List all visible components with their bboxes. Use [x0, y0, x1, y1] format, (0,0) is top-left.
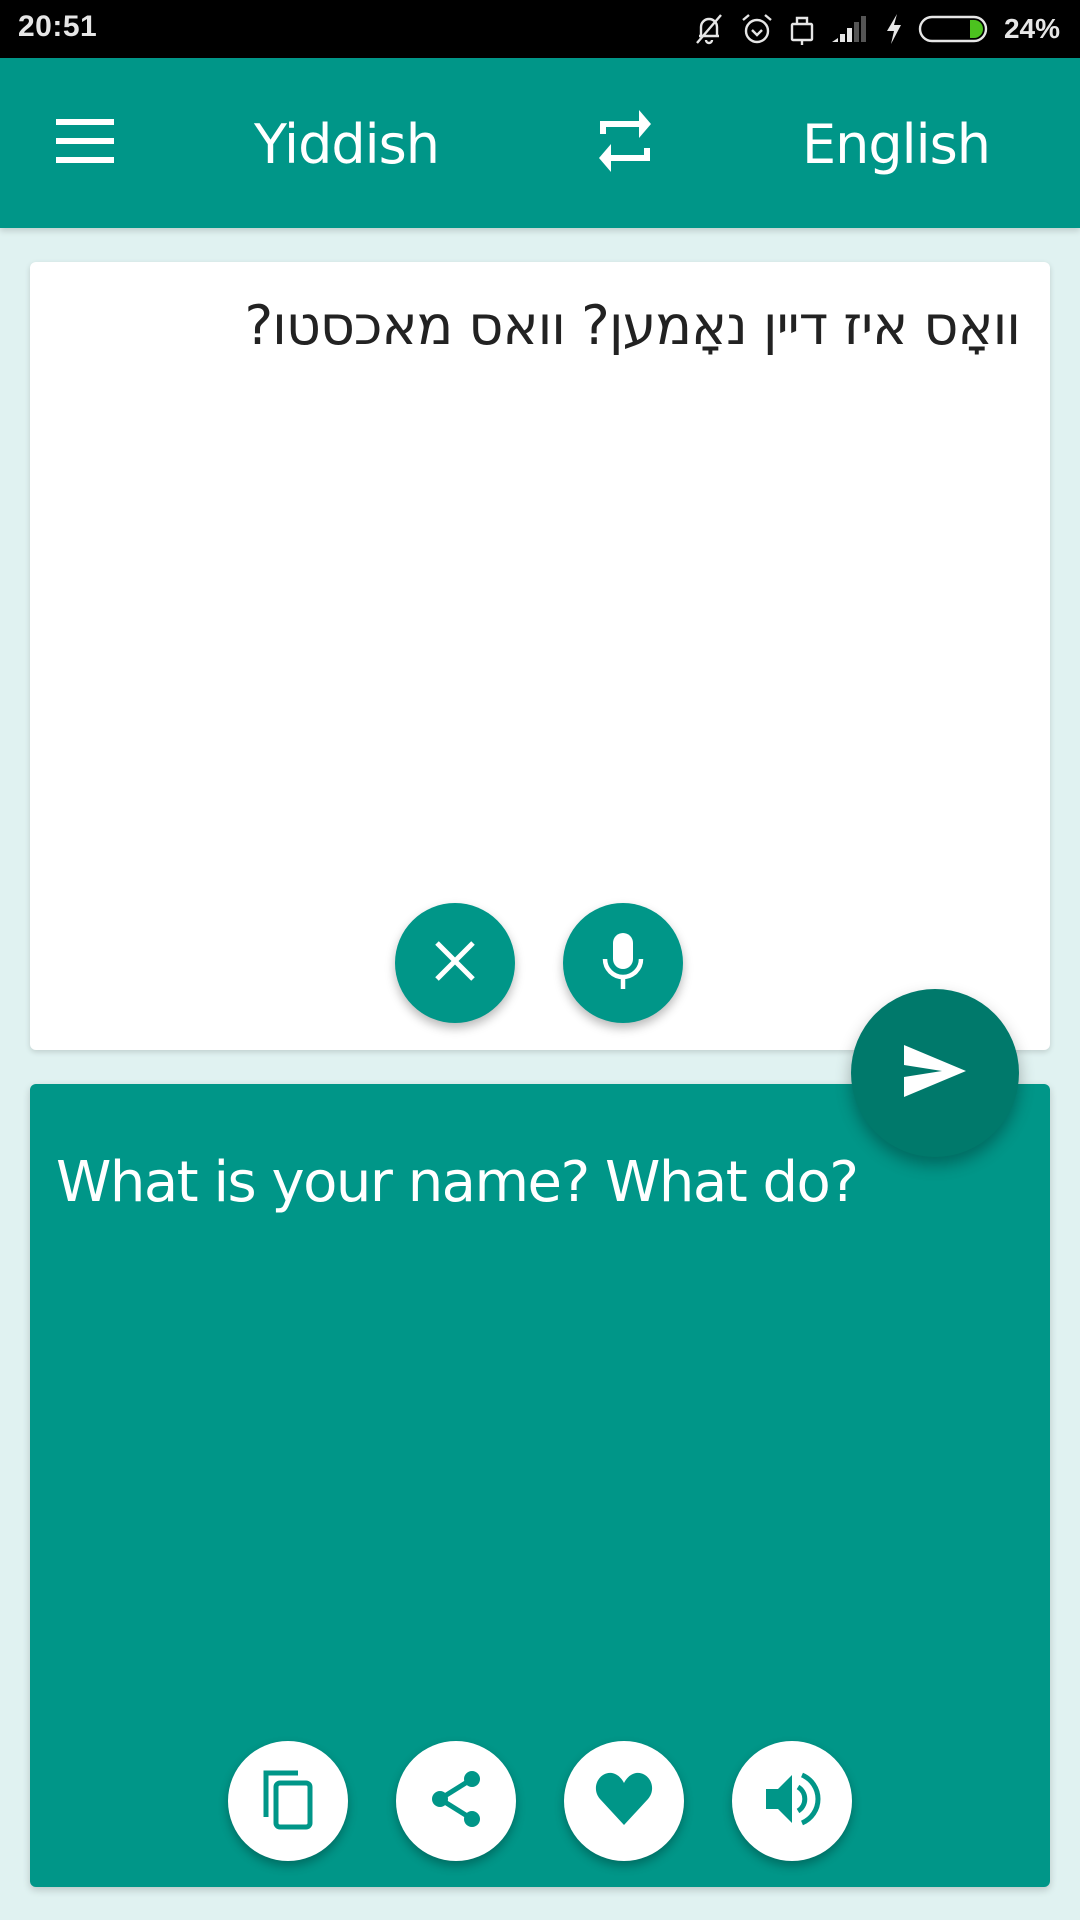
translation-card: What is your name? What do? — [30, 1084, 1050, 1887]
source-text-card: וואָס איז דיין נאָמען? וואס מאכסטו? — [30, 262, 1050, 1050]
speak-button[interactable] — [732, 1741, 852, 1861]
microphone-icon — [601, 931, 645, 996]
alarm-icon — [740, 12, 774, 46]
heart-icon — [594, 1771, 654, 1832]
status-icons: 24% — [692, 8, 1060, 50]
swap-languages-icon — [597, 109, 653, 177]
battery-percent: 24% — [1003, 13, 1060, 44]
signal-icon — [830, 14, 870, 44]
microphone-button[interactable] — [563, 903, 683, 1023]
share-button[interactable] — [396, 1741, 516, 1861]
volume-icon — [762, 1769, 822, 1834]
send-icon — [902, 1043, 968, 1104]
status-time: 20:51 — [18, 10, 98, 43]
share-icon — [428, 1769, 484, 1834]
copy-icon — [260, 1767, 316, 1836]
close-icon — [433, 939, 477, 988]
toolbar: Yiddish English — [0, 58, 1080, 228]
lock-icon — [788, 12, 816, 46]
copy-button[interactable] — [228, 1741, 348, 1861]
hamburger-menu-icon — [56, 118, 114, 168]
status-bar: 20:51 24% — [0, 0, 1080, 58]
source-language-selector[interactable]: Yiddish — [254, 110, 440, 180]
target-language-selector[interactable]: English — [802, 110, 991, 180]
translate-send-button[interactable] — [851, 989, 1019, 1157]
swap-languages-button[interactable] — [585, 103, 665, 183]
battery-icon — [918, 14, 990, 44]
charging-icon — [884, 12, 904, 46]
source-text-input[interactable]: וואָס איז דיין נאָמען? וואס מאכסטו? — [60, 294, 1022, 357]
notifications-off-icon — [692, 12, 726, 46]
clear-button[interactable] — [395, 903, 515, 1023]
favorite-button[interactable] — [564, 1741, 684, 1861]
translation-text: What is your name? What do? — [56, 1150, 859, 1215]
menu-button[interactable] — [40, 103, 130, 183]
